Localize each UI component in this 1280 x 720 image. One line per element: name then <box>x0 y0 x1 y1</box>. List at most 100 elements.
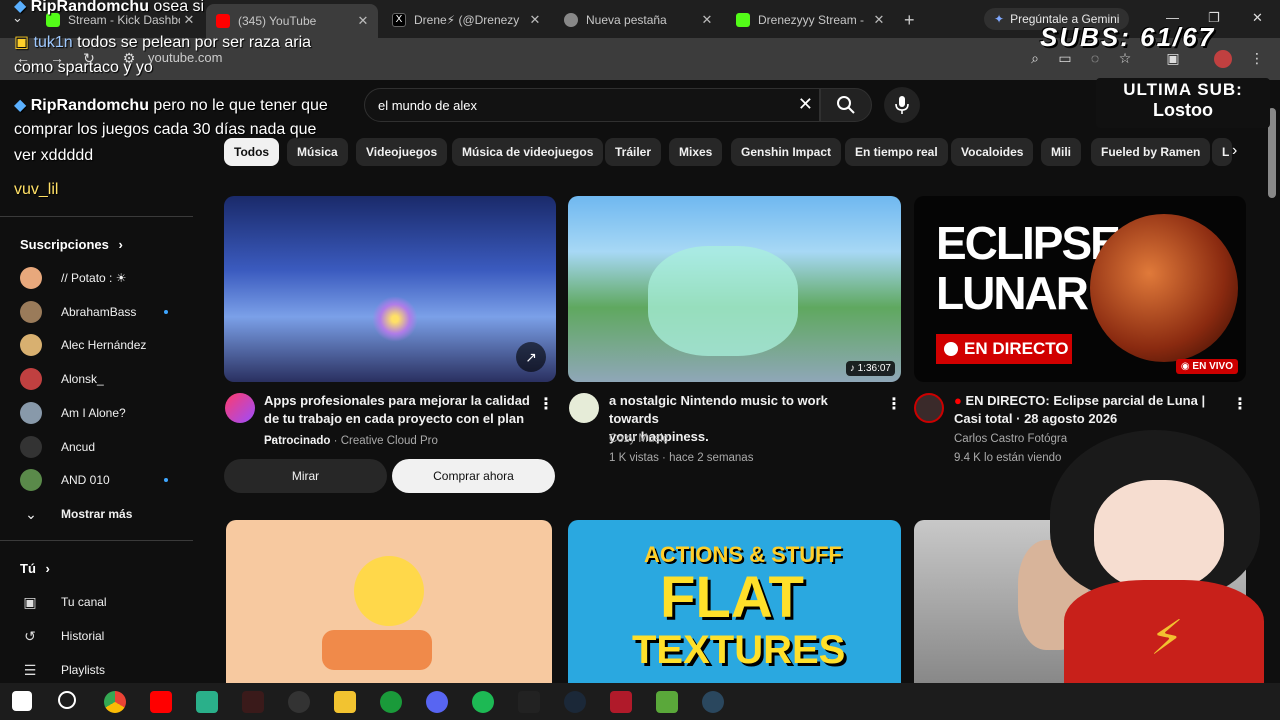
chevron-right-icon: › <box>118 237 123 252</box>
chip-vocaloides[interactable]: Vocaloides <box>951 138 1034 166</box>
tab-kick-stream[interactable]: Drenezyyy Stream - ✕ <box>726 6 894 34</box>
app-icon[interactable] <box>610 691 632 713</box>
video-title[interactable]: ● EN DIRECTO: Eclipse parcial de Luna | … <box>954 392 1226 428</box>
video-thumbnail-live[interactable]: ECLIPSE LUNAR EN DIRECTO ◉ EN VIVO <box>914 196 1246 382</box>
youtube-app-icon[interactable] <box>150 691 172 713</box>
video-thumbnail[interactable] <box>226 520 552 683</box>
live-dot-icon: ● <box>954 393 966 408</box>
more-options-icon[interactable]: ⋮ <box>886 394 902 414</box>
new-content-dot <box>164 478 168 482</box>
show-more-button[interactable]: ⌄ Mostrar más <box>20 501 180 527</box>
carlos-castro-avatar[interactable] <box>914 393 944 423</box>
external-link-icon[interactable]: ↗ <box>516 342 546 372</box>
file-explorer-icon[interactable] <box>334 691 356 713</box>
video-thumbnail[interactable]: ♪ 1:36:07 <box>568 196 901 382</box>
last-sub-label: ULTIMA SUB: <box>1123 80 1243 99</box>
xbox-icon[interactable] <box>380 691 402 713</box>
search-box[interactable]: el mundo de alex ✕ <box>364 88 820 122</box>
close-icon[interactable]: ✕ <box>354 13 372 29</box>
sidebar-sub-am-i-alone[interactable]: Am I Alone? <box>20 400 180 426</box>
epic-games-icon[interactable] <box>518 691 540 713</box>
tab-x-profile[interactable]: X Drene⚡ (@Drenezy ✕ <box>382 6 550 34</box>
watch-button[interactable]: Mirar <box>224 459 387 493</box>
sidebar-item-tu-canal[interactable]: ▣ Tu canal <box>20 590 106 614</box>
sidebar-item-playlists[interactable]: ☰ Playlists <box>20 658 105 682</box>
chip-tiempo-real[interactable]: En tiempo real <box>845 138 948 166</box>
close-window-button[interactable]: ✕ <box>1252 10 1263 26</box>
windows-start-icon[interactable] <box>12 691 32 711</box>
buy-now-button[interactable]: Comprar ahora <box>392 459 555 493</box>
sidebar-sub-alonsk[interactable]: Alonsk_ <box>20 366 180 392</box>
spotify-icon[interactable] <box>472 691 494 713</box>
chip-genshin[interactable]: Genshin Impact <box>731 138 842 166</box>
steam-icon[interactable] <box>702 691 724 713</box>
video-thumbnail-ad[interactable]: ↗ <box>224 196 556 382</box>
sidebar-sub-alec[interactable]: Alec Hernández <box>20 332 180 358</box>
new-tab-button[interactable]: + <box>904 10 915 31</box>
avatar <box>20 469 42 491</box>
app-icon[interactable] <box>196 691 218 713</box>
search-input[interactable]: el mundo de alex <box>378 98 477 113</box>
minecraft-icon[interactable] <box>656 691 678 713</box>
avatar <box>20 301 42 323</box>
youtube-icon <box>216 14 230 28</box>
close-icon[interactable]: ✕ <box>698 12 716 28</box>
subscriptions-header[interactable]: Suscripciones › <box>20 237 123 252</box>
valorant-icon[interactable] <box>242 691 264 713</box>
creative-cloud-avatar[interactable] <box>225 393 255 423</box>
sidebar-sub-abrahambass[interactable]: AbrahamBass <box>20 299 180 325</box>
chip-mili[interactable]: Mili <box>1041 138 1081 166</box>
chip-musica[interactable]: Música <box>287 138 348 166</box>
tab-new-tab[interactable]: Nueva pestaña ✕ <box>554 6 722 34</box>
thumb-title-lunar: LUNAR <box>936 267 1089 319</box>
chip-more[interactable]: L <box>1212 138 1232 166</box>
avatar <box>20 267 42 289</box>
thumb-banner-en-directo: EN DIRECTO <box>936 334 1072 364</box>
thumb-label-textures: TEXTURES <box>632 628 846 672</box>
more-options-icon[interactable]: ⋮ <box>1232 394 1248 414</box>
channel-icon: ▣ <box>23 593 37 610</box>
sidebar-item-historial[interactable]: ↺ Historial <box>20 624 104 648</box>
kick-icon <box>736 13 750 27</box>
you-header[interactable]: Tú › <box>20 561 50 576</box>
steam-icon[interactable] <box>564 691 586 713</box>
chevron-right-icon: › <box>45 561 50 576</box>
chip-musica-videojuegos[interactable]: Música de videojuegos <box>452 138 604 166</box>
channel-name[interactable]: Cozy Music <box>609 430 668 448</box>
sidebar-sub-ancud[interactable]: Ancud <box>20 434 180 460</box>
video-thumbnail[interactable]: ACTIONS & STUFF FLAT TEXTURES <box>568 520 901 683</box>
chevron-right-icon[interactable]: › <box>1232 142 1237 160</box>
search-button[interactable] <box>820 88 872 122</box>
search-icon[interactable] <box>58 691 76 709</box>
obs-icon[interactable] <box>288 691 310 713</box>
chat-line: como spartaco y yo <box>14 59 153 76</box>
profile-avatar[interactable] <box>1214 50 1232 68</box>
duration-badge: ♪ 1:36:07 <box>845 361 895 376</box>
more-options-icon[interactable]: ⋮ <box>538 394 554 414</box>
subs-counter: SUBS: 61/67 <box>1040 22 1216 52</box>
chrome-icon[interactable] <box>104 691 126 713</box>
clear-search-icon[interactable]: ✕ <box>798 94 813 115</box>
chat-line: ◆ RipRandomchu osea si <box>14 0 205 15</box>
last-sub-panel: ULTIMA SUB: Lostoo <box>1096 78 1270 128</box>
chip-fueled-by-ramen[interactable]: Fueled by Ramen <box>1091 138 1211 166</box>
sidebar-sub-and010[interactable]: AND 010 <box>20 467 180 493</box>
close-icon[interactable]: ✕ <box>870 12 888 28</box>
voice-search-button[interactable] <box>884 87 920 123</box>
chip-videojuegos[interactable]: Videojuegos <box>356 138 448 166</box>
chip-mixes[interactable]: Mixes <box>669 138 723 166</box>
chip-trailer[interactable]: Tráiler <box>605 138 662 166</box>
menu-icon[interactable]: ⋮ <box>1248 50 1266 68</box>
video-meta: Patrocinado · Creative Cloud Pro <box>264 435 438 447</box>
close-icon[interactable]: ✕ <box>526 12 544 28</box>
chat-line: comprar los juegos cada 30 días nada que <box>14 121 317 138</box>
history-icon: ↺ <box>24 627 36 644</box>
discord-icon[interactable] <box>426 691 448 713</box>
chat-badge-icon: ◆ <box>14 0 31 15</box>
cozy-music-avatar[interactable] <box>569 393 599 423</box>
chip-todos[interactable]: Todos <box>224 138 280 166</box>
url-field[interactable]: youtube.com <box>148 50 222 65</box>
chat-line: ▣ tuk1n todos se pelean por ser raza ari… <box>14 34 312 51</box>
search-icon <box>837 96 855 114</box>
sidebar-sub-potato[interactable]: // Potato : ☀ <box>20 265 180 291</box>
